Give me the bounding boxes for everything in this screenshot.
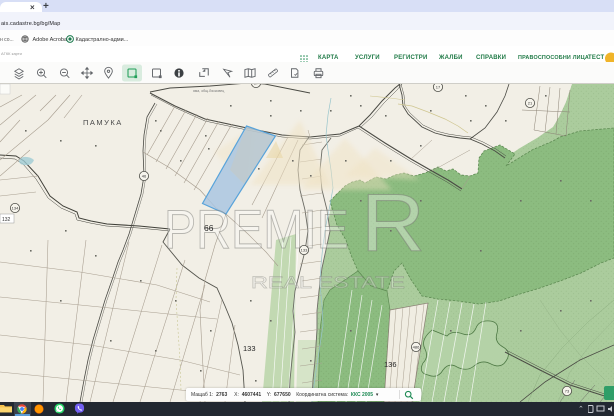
svg-text:PREMIE: PREMIE bbox=[164, 198, 349, 260]
svg-text:66: 66 bbox=[204, 223, 214, 233]
svg-text:132: 132 bbox=[2, 217, 11, 223]
svg-text:17: 17 bbox=[436, 85, 441, 90]
svg-text:134: 134 bbox=[12, 206, 19, 211]
svg-text:133: 133 bbox=[243, 344, 256, 353]
svg-text:яма, общ.Лясковец: яма, общ.Лясковец bbox=[193, 89, 224, 93]
svg-text:21: 21 bbox=[528, 101, 533, 106]
svg-text:R: R bbox=[361, 178, 425, 269]
svg-text:46: 46 bbox=[142, 174, 147, 179]
svg-text:133: 133 bbox=[301, 248, 308, 253]
svg-text:136: 136 bbox=[384, 360, 397, 369]
svg-text:REAL ESTATE: REAL ESTATE bbox=[251, 273, 405, 292]
svg-text:17: 17 bbox=[254, 84, 259, 86]
svg-text:73: 73 bbox=[565, 389, 570, 394]
svg-text:486: 486 bbox=[413, 345, 420, 350]
svg-text:ПАМУКА: ПАМУКА bbox=[83, 118, 123, 127]
